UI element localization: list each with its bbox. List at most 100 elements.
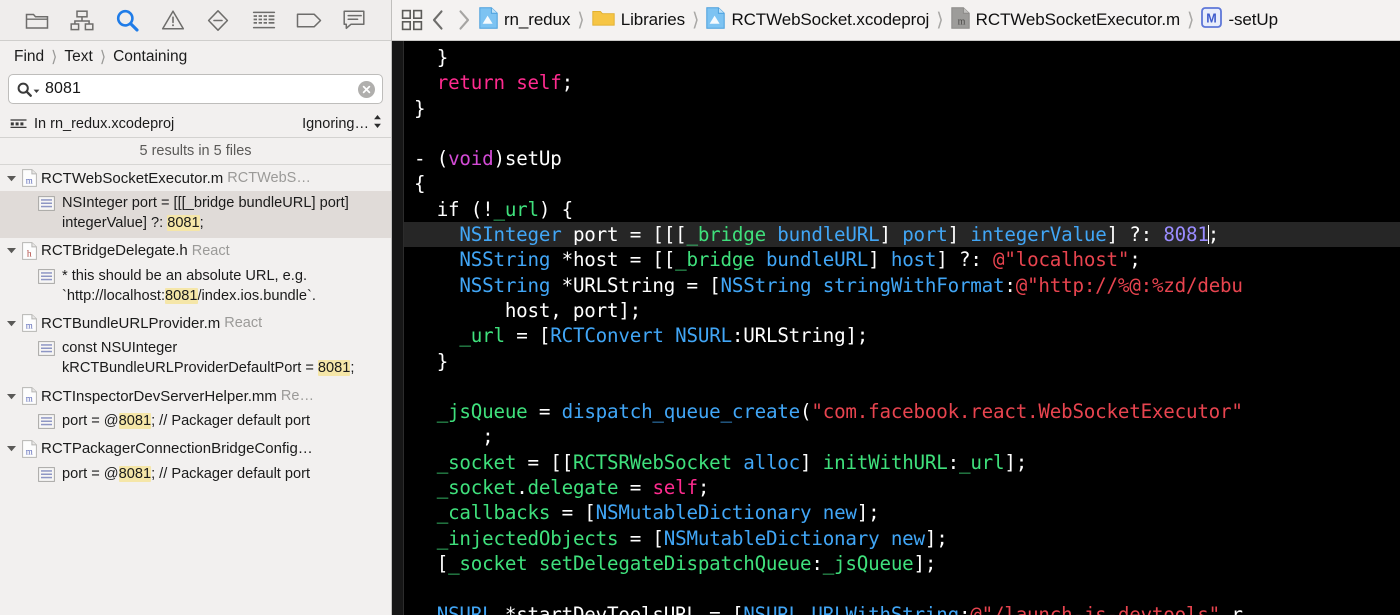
code-token: RCTSRWebSocket [572,450,732,474]
code-editor[interactable]: } return self;} - (void)setUp{ if (!_url… [392,41,1400,615]
disclosure-triangle-icon[interactable] [4,389,18,403]
code-token: *URLString = [ [550,273,721,297]
code-token: _jsQueue [436,400,528,424]
code-token: host [890,248,937,272]
match-highlight: 8081 [118,465,152,482]
folder-yellow-icon [592,8,615,32]
result-file-row[interactable]: m RCTInspectorDevServerHelper.mm Re… [0,383,391,409]
code-line[interactable] [404,576,1400,601]
search-results-list[interactable]: m RCTWebSocketExecutor.m RCTWebS… NSInte… [0,165,391,615]
source-control-navigator-tab[interactable] [67,7,97,33]
search-input-value[interactable]: 8081 [45,81,358,97]
breadcrumb-item-project[interactable]: rn_redux [479,6,571,34]
find-crumb-find[interactable]: Find [14,48,44,66]
forward-chevron-icon[interactable] [453,9,475,31]
code-line[interactable]: } [404,45,1400,70]
code-token: ] [800,450,823,474]
find-crumb-text[interactable]: Text [64,48,92,66]
code-line[interactable] [404,374,1400,399]
code-line[interactable]: _socket = [[RCTSRWebSocket alloc] initWi… [404,450,1400,475]
breadcrumb-separator-icon: ⟩ [692,9,700,31]
code-line[interactable]: } [404,96,1400,121]
search-input[interactable]: 8081 [8,74,383,104]
code-line[interactable]: _socket.delegate = self; [404,475,1400,500]
breadcrumb-separator-icon: ⟩ [936,9,944,31]
result-match-row[interactable]: port = @8081; // Packager default port [0,409,391,436]
result-file-row[interactable]: m RCTWebSocketExecutor.m RCTWebS… [0,165,391,191]
code-token: = [ [618,526,664,550]
code-line[interactable]: if (!_url) { [404,197,1400,222]
back-chevron-icon[interactable] [427,9,449,31]
code-token: ; [1129,248,1141,272]
code-content[interactable]: } return self;} - (void)setUp{ if (!_url… [404,41,1400,615]
editor-gutter[interactable] [392,41,404,615]
code-line[interactable]: - (void)setUp [404,146,1400,171]
issue-navigator-tab[interactable] [158,7,188,33]
result-file-name: RCTWebSocketExecutor.m [41,169,224,187]
code-token: stringWithFormat [822,273,1005,297]
match-highlight: 8081 [118,413,152,430]
code-line[interactable]: NSInteger port = [[[_bridge bundleURL] p… [404,222,1400,248]
disclosure-triangle-icon[interactable] [4,244,18,258]
debug-navigator-tab[interactable] [339,7,369,33]
objc-file-icon: m [22,169,37,187]
code-line[interactable]: } [404,349,1400,374]
result-match-row[interactable]: port = @8081; // Packager default port [0,462,391,489]
search-scope-row[interactable]: In rn_redux.xcodeproj Ignoring… [0,110,391,138]
breadcrumb-label: rn_redux [504,10,571,29]
result-match-row[interactable]: NSInteger port = [[[_bridge bundleURL] p… [0,191,391,238]
code-token: @"localhost" [993,248,1130,272]
code-token: { [414,172,426,196]
test-navigator-tab[interactable] [203,7,233,33]
result-file-name: RCTInspectorDevServerHelper.mm [41,387,277,405]
svg-text:M: M [1207,11,1218,25]
editor-pane: rn_redux ⟩ Libraries ⟩ RCTWebSocket.xcod… [392,0,1400,615]
code-line[interactable]: [_socket setDelegateDispatchQueue:_jsQue… [404,551,1400,576]
result-file-row[interactable]: m RCTBundleURLProvider.m React [0,310,391,336]
code-line[interactable]: NSString *host = [[_bridge bundleURL] ho… [404,247,1400,272]
code-line[interactable]: NSURL *startDevToolsURL = [NSURL URLWith… [404,602,1400,615]
result-file-row[interactable]: h RCTBridgeDelegate.h React [0,238,391,264]
project-navigator-tab[interactable] [22,7,52,33]
code-line[interactable]: _injectedObjects = [NSMutableDictionary … [404,526,1400,551]
clear-search-icon[interactable] [358,80,375,98]
code-token: ; [561,71,574,95]
code-line[interactable]: _url = [RCTConvert NSURL:URLString]; [404,323,1400,348]
code-line[interactable]: _jsQueue = dispatch_queue_create("com.fa… [404,399,1400,424]
disclosure-triangle-icon[interactable] [4,316,18,330]
breadcrumb-item-method[interactable]: M -setUp [1201,7,1278,33]
code-line[interactable]: host, port]; [404,298,1400,323]
result-file-row[interactable]: m RCTPackagerConnectionBridgeConfig… [0,436,391,462]
breadcrumb-item-rctwebsocket-project[interactable]: RCTWebSocket.xcodeproj [706,6,929,34]
code-token: self [652,476,698,500]
code-token: . [516,476,528,500]
result-match-row[interactable]: * this should be an absolute URL, e.g. `… [0,264,391,311]
result-group: m RCTPackagerConnectionBridgeConfig… por… [0,436,391,489]
find-crumb-containing[interactable]: Containing [113,48,187,66]
disclosure-triangle-icon[interactable] [4,442,18,456]
code-line[interactable]: ; [404,424,1400,449]
code-line[interactable]: { [404,171,1400,196]
breadcrumb-item-libraries[interactable]: Libraries [592,8,685,32]
code-line[interactable]: return self; [404,70,1400,95]
code-token: _injectedObjects [436,526,619,550]
code-line[interactable] [404,121,1400,146]
code-token: ]; [1004,450,1028,474]
disclosure-triangle-icon[interactable] [4,171,18,185]
code-line[interactable]: NSString *URLString = [NSString stringWi… [404,273,1400,298]
search-icon[interactable] [17,82,40,97]
breakpoint-navigator-tab[interactable] [294,7,324,33]
grid-squares-icon[interactable] [401,9,423,31]
scope-options-popup[interactable]: Ignoring… [302,113,383,134]
breadcrumb-label: -setUp [1228,10,1278,29]
updown-chevron-icon [372,113,383,134]
result-match-row[interactable]: const NSUInteger kRCTBundleURLProviderDe… [0,336,391,383]
report-navigator-tab[interactable] [249,7,279,33]
find-navigator-tab[interactable] [112,7,142,33]
breadcrumb-item-file[interactable]: m RCTWebSocketExecutor.m [950,6,1180,34]
code-line[interactable]: _callbacks = [NSMutableDictionary new]; [404,500,1400,525]
